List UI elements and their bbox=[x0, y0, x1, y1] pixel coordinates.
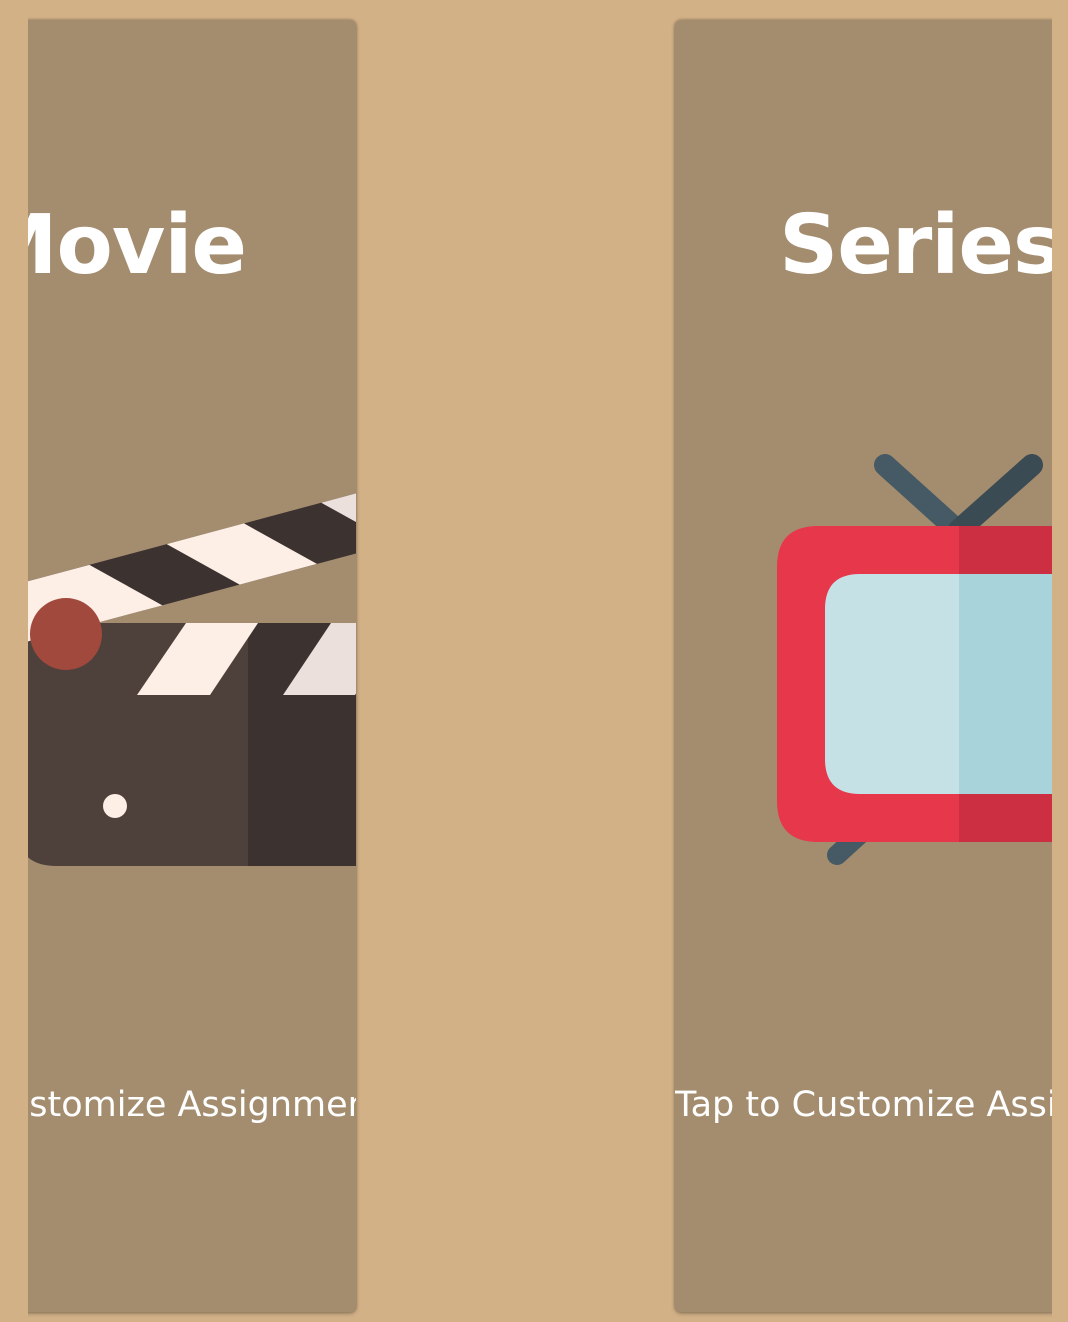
card-caption-series: Tap to Customize Assignments bbox=[675, 1085, 1052, 1125]
card-caption-movie: Tap to Customize Assignments bbox=[28, 1085, 356, 1125]
card-movie[interactable]: Movie Tap to Customize Assignments bbox=[28, 20, 356, 1312]
card-carousel[interactable]: Movie Tap to Customize Assignments S bbox=[28, 0, 1052, 1322]
card-series[interactable]: Series Tap to Customize Assignments bbox=[675, 20, 1052, 1312]
